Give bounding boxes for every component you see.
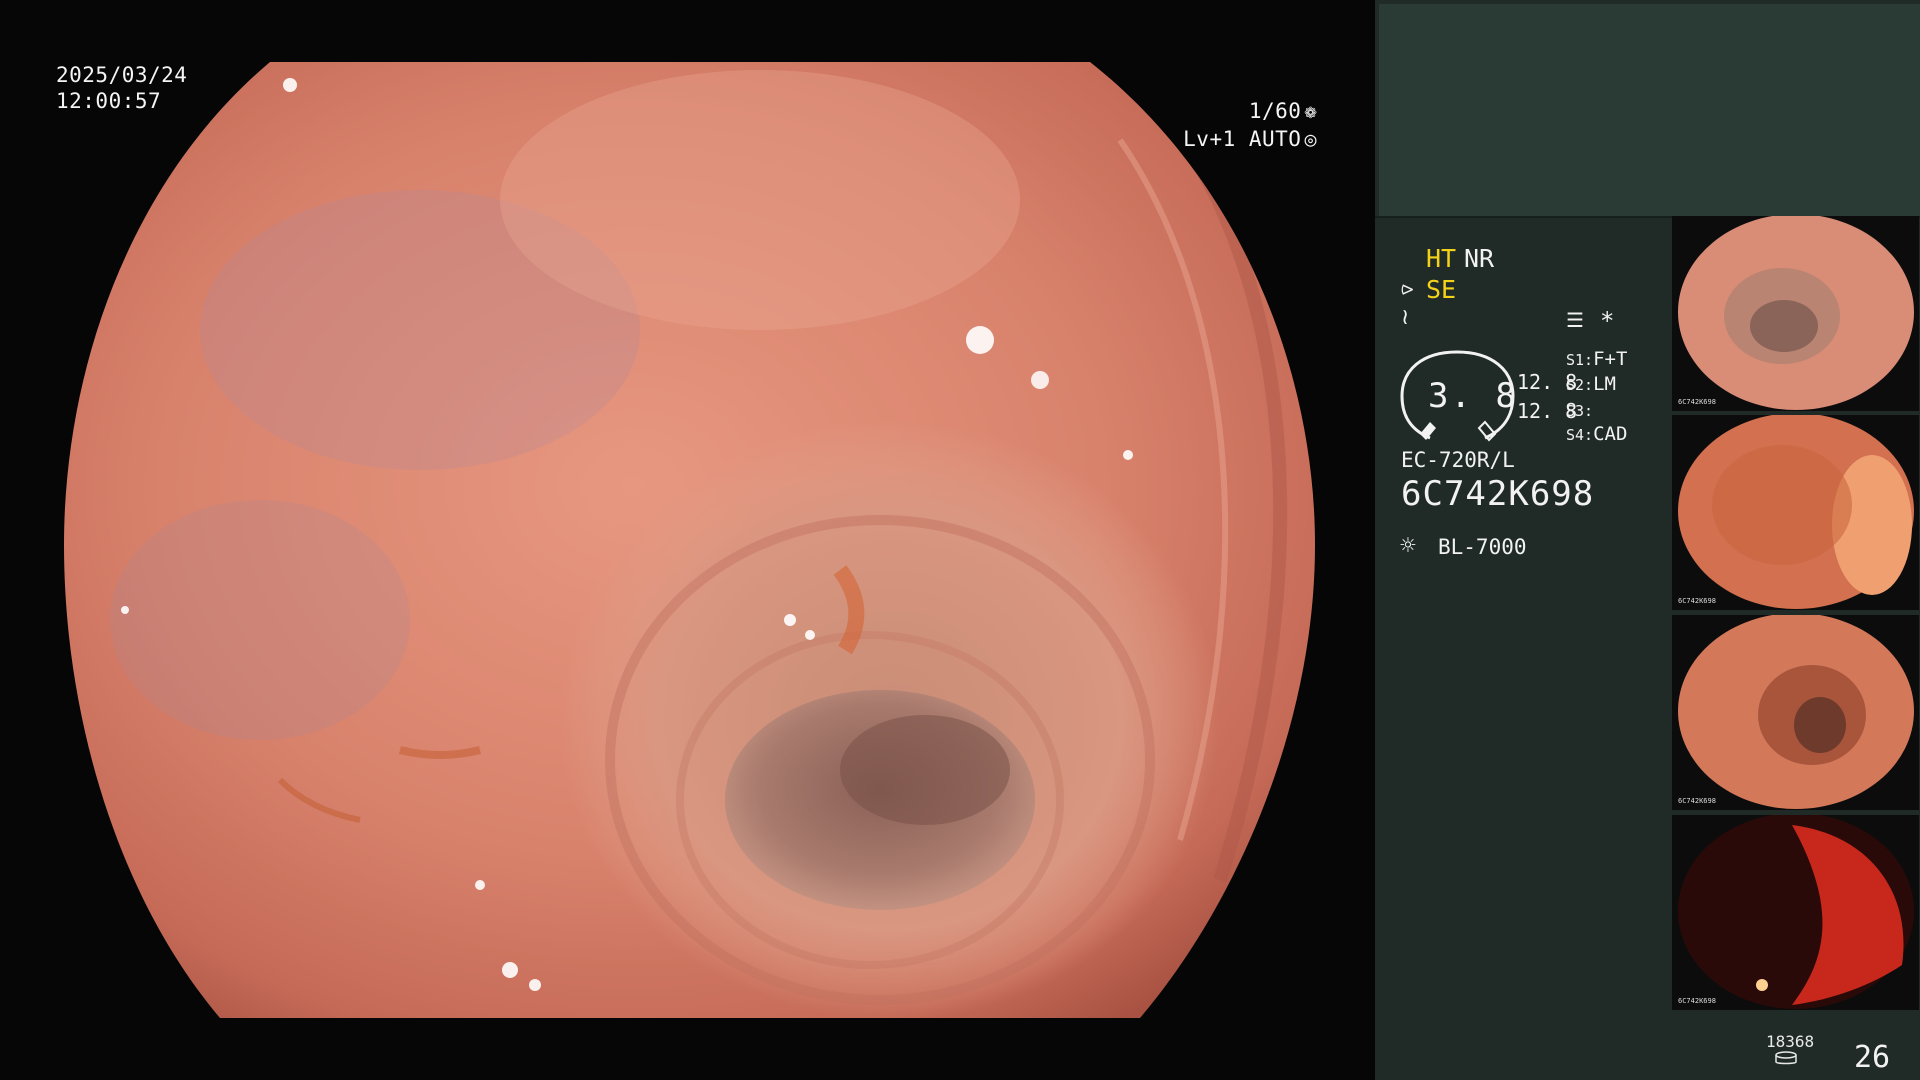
thumbnail-image: 6C742K698 xyxy=(1672,415,1919,610)
frame-number: 26 xyxy=(1854,1040,1891,1075)
image-count: 18368 xyxy=(1766,1032,1815,1051)
thumbnail-serial: 6C742K698 xyxy=(1678,797,1716,805)
exam-date: 2025/03/24 xyxy=(56,63,188,87)
shutter-value: 1/60 xyxy=(1248,99,1302,123)
endoscope-view: 2025/03/24 12:00:57 1/60 ❁ Lv+1 AUTO ◎ xyxy=(0,0,1375,1080)
panel-header-area xyxy=(1379,4,1920,216)
thumbnail-4[interactable]: 6C742K698 xyxy=(1672,815,1919,1010)
thumbnail-serial: 6C742K698 xyxy=(1678,997,1716,1005)
thumbnail-serial: 6C742K698 xyxy=(1678,597,1716,605)
slot-s3: S3: xyxy=(1566,399,1593,421)
slot-value: F+T xyxy=(1593,348,1628,370)
star-icon: * xyxy=(1600,307,1615,335)
level-value: Lv+1 AUTO xyxy=(1183,127,1302,151)
slot-key: S1: xyxy=(1566,351,1594,369)
structure-enhance-icon: ⪧ xyxy=(1401,276,1414,301)
slot-key: S2: xyxy=(1566,376,1594,394)
thumbnail-3[interactable]: 6C742K698 xyxy=(1672,615,1919,810)
mode-se: SE xyxy=(1426,275,1457,304)
storage-icon xyxy=(1775,1051,1797,1065)
brightness-level: Lv+1 AUTO ◎ xyxy=(1183,126,1317,152)
slot-key: S4: xyxy=(1566,426,1594,444)
slot-key: S3: xyxy=(1566,402,1594,420)
scope-model: EC-720R/L xyxy=(1401,448,1515,472)
scope-serial: 6C742K698 xyxy=(1401,474,1595,514)
auto-iris-icon: ◎ xyxy=(1304,127,1317,151)
shutter-speed: 1/60 ❁ xyxy=(1249,98,1317,124)
magnification-value: 3. 8 xyxy=(1428,376,1518,416)
light-source: BL-7000 xyxy=(1438,535,1527,559)
sun-icon: ☼ xyxy=(1400,531,1416,561)
mode-nr: NR xyxy=(1464,244,1495,273)
slot-s4: S4:CAD xyxy=(1566,423,1627,445)
slot-s2: S2:LM xyxy=(1566,373,1616,395)
color-enhance-icon: ≀ xyxy=(1401,305,1410,330)
endoscopic-image xyxy=(64,62,1315,1018)
thumbnail-2[interactable]: 6C742K698 xyxy=(1672,415,1919,610)
aperture-icon: ❁ xyxy=(1304,99,1317,123)
slot-value: LM xyxy=(1593,373,1616,395)
thumbnail-serial: 6C742K698 xyxy=(1678,398,1716,406)
mode-ht: HT xyxy=(1426,244,1457,273)
slot-s1: S1:F+T xyxy=(1566,348,1627,370)
exam-time: 12:00:57 xyxy=(56,89,162,113)
thumbnail-image: 6C742K698 xyxy=(1672,815,1919,1010)
thumbnail-image: 6C742K698 xyxy=(1672,216,1919,411)
menu-icon: ☰ xyxy=(1566,308,1584,332)
slot-value: CAD xyxy=(1593,423,1628,445)
thumbnail-image: 6C742K698 xyxy=(1672,615,1919,810)
thumbnail-1[interactable]: 6C742K698 xyxy=(1672,216,1919,411)
